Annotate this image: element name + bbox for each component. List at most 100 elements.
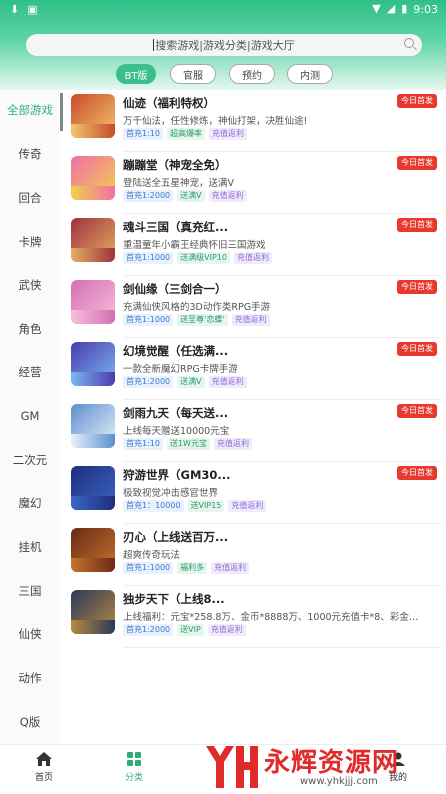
grid-icon <box>127 752 141 766</box>
sidebar-item[interactable]: 魔幻 <box>0 483 60 523</box>
game-row[interactable]: 蹦蹦堂（神宠全免） 登陆送全五星神宠，送满V 首充1:2000 送满V 充值返利… <box>71 156 441 214</box>
filter-tabs: BT版 官服 预约 内测 <box>0 64 446 86</box>
search-placeholder: 搜索游戏|游戏分类|游戏大厅 <box>155 39 295 52</box>
game-title: 幻境觉醒（任选满... <box>123 344 229 358</box>
game-tags: 首充1:10 超高爆率 充值返利 <box>123 128 247 140</box>
nav-category[interactable]: 分类 <box>104 751 164 791</box>
tag: 首充1:2000 <box>123 190 174 202</box>
sidebar-item[interactable]: 全部游戏 <box>0 90 60 130</box>
tag: 送VIP15 <box>187 500 225 512</box>
home-icon <box>36 752 52 766</box>
game-title: 剑雨九天（每天送... <box>123 406 229 420</box>
new-release-badge: 今日首发 <box>397 466 437 480</box>
tag: 首充1:1000 <box>123 562 174 574</box>
game-list: 仙迹（福利特权） 万千仙法，任性修炼，神仙打架，决胜仙途! 首充1:10 超高爆… <box>63 90 446 744</box>
filter-chip-bt[interactable]: BT版 <box>116 64 156 84</box>
battery-icon: ▮ <box>401 2 408 15</box>
sidebar-item[interactable]: 二次元 <box>0 440 60 480</box>
tag: 首充1:10 <box>123 438 163 450</box>
tag: 充值返利 <box>213 438 252 450</box>
game-desc: 重温童年小霸王经典怀旧三国游戏 <box>123 240 266 251</box>
app-notification-icon: ▣ <box>27 3 38 16</box>
filter-chip-reserve[interactable]: 预约 <box>229 64 275 84</box>
game-thumbnail <box>71 404 115 448</box>
sidebar-item[interactable]: 动作 <box>0 658 60 698</box>
new-release-badge: 今日首发 <box>397 342 437 356</box>
tag: 送至尊'恋蝶' <box>177 314 228 326</box>
game-row[interactable]: 狩游世界（GM30... 极致视觉冲击感官世界 首充1：10000 送VIP15… <box>71 466 441 524</box>
tag: 充值返利 <box>211 562 250 574</box>
game-row[interactable]: 仙迹（福利特权） 万千仙法，任性修炼，神仙打架，决胜仙途! 首充1:10 超高爆… <box>71 94 441 152</box>
row-divider <box>123 585 441 586</box>
category-sidebar: 全部游戏 传奇 回合 卡牌 武侠 角色 经营 GM 二次元 魔幻 挂机 三国 仙… <box>0 90 60 744</box>
status-time: 9:03 <box>413 2 438 16</box>
game-desc: 超爽传奇玩法 <box>123 550 181 561</box>
nav-home-label: 首页 <box>34 773 53 783</box>
game-row[interactable]: 剑雨九天（每天送... 上线每天赠送10000元宝 首充1:10 送1W元宝 充… <box>71 404 441 462</box>
watermark: 永辉资源网 www.yhkjjj.com <box>200 738 446 794</box>
tag: 送1W元宝 <box>166 438 210 450</box>
search-input[interactable]: 搜索游戏|游戏分类|游戏大厅 <box>26 34 422 56</box>
game-title: 剑仙缘（三剑合一） <box>123 282 227 296</box>
game-tags: 首充1:2000 送满V 充值返利 <box>123 190 247 202</box>
new-release-badge: 今日首发 <box>397 280 437 294</box>
game-tags: 首充1：10000 送VIP15 充值返利 <box>123 500 267 512</box>
watermark-text: 永辉资源网 <box>264 748 400 778</box>
game-row[interactable]: 刃心（上线送百万... 超爽传奇玩法 首充1:1000 福利多 充值返利 <box>71 528 441 586</box>
game-row[interactable]: 魂斗三国（真充红... 重温童年小霸王经典怀旧三国游戏 首充1:1000 送满级… <box>71 218 441 276</box>
sidebar-item[interactable]: 挂机 <box>0 527 60 567</box>
search-icon[interactable] <box>404 38 414 48</box>
tag: 首充1:10 <box>123 128 163 140</box>
wifi-icon: ▼ <box>372 2 381 15</box>
filter-chip-beta[interactable]: 内测 <box>287 64 333 84</box>
tag: 送满V <box>177 376 205 388</box>
sidebar-item[interactable]: 角色 <box>0 309 60 349</box>
game-row[interactable]: 幻境觉醒（任选满... 一款全新魔幻RPG卡牌手游 首充1:2000 送满V 充… <box>71 342 441 400</box>
game-tags: 首充1:1000 送满级VIP10 充值返利 <box>123 252 272 264</box>
row-divider <box>123 647 441 648</box>
tag: 首充1:2000 <box>123 624 174 636</box>
sidebar-item[interactable]: GM <box>0 396 60 436</box>
game-desc: 充满仙侠风格的3D动作类RPG手游 <box>123 302 271 313</box>
game-thumbnail <box>71 94 115 138</box>
game-desc: 登陆送全五星神宠，送满V <box>123 178 234 189</box>
row-divider <box>123 337 441 338</box>
tag: 送满级VIP10 <box>177 252 230 264</box>
filter-chip-official[interactable]: 官服 <box>170 64 216 84</box>
game-title: 蹦蹦堂（神宠全免） <box>123 158 227 172</box>
game-tags: 首充1:1000 送至尊'恋蝶' 充值返利 <box>123 314 270 326</box>
sidebar-item[interactable]: 卡牌 <box>0 222 60 262</box>
game-thumbnail <box>71 218 115 262</box>
row-divider <box>123 399 441 400</box>
tag: 充值返利 <box>207 624 246 636</box>
new-release-badge: 今日首发 <box>397 218 437 232</box>
status-bar: ⬇ ▣ ▼ ◢ ▮ 9:03 <box>0 0 446 18</box>
game-row[interactable]: 独步天下（上线8... 上线福利：元宝*258.8万、金币*8888万、1000… <box>71 590 441 648</box>
tag: 送VIP <box>177 624 204 636</box>
game-desc: 万千仙法，任性修炼，神仙打架，决胜仙途! <box>123 116 308 127</box>
tag: 充值返利 <box>208 190 247 202</box>
tag: 充值返利 <box>208 376 247 388</box>
tag: 首充1：10000 <box>123 500 184 512</box>
game-row[interactable]: 剑仙缘（三剑合一） 充满仙侠风格的3D动作类RPG手游 首充1:1000 送至尊… <box>71 280 441 338</box>
sidebar-item[interactable]: Q版 <box>0 702 60 742</box>
tag: 充值返利 <box>234 252 272 264</box>
sidebar-item[interactable]: 传奇 <box>0 134 60 174</box>
sidebar-item[interactable]: 回合 <box>0 178 60 218</box>
game-desc: 极致视觉冲击感官世界 <box>123 488 219 499</box>
tag: 首充1:1000 <box>123 252 174 264</box>
game-title: 刃心（上线送百万... <box>123 530 229 544</box>
game-title: 独步天下（上线8... <box>123 592 225 606</box>
game-thumbnail <box>71 590 115 634</box>
sidebar-item[interactable]: 武侠 <box>0 265 60 305</box>
tag: 送满V <box>177 190 205 202</box>
sidebar-item[interactable]: 仙侠 <box>0 614 60 654</box>
game-thumbnail <box>71 156 115 200</box>
nav-category-label: 分类 <box>124 773 143 783</box>
signal-icon: ◢ <box>386 2 396 15</box>
nav-home[interactable]: 首页 <box>14 751 74 791</box>
game-thumbnail <box>71 280 115 324</box>
sidebar-item[interactable]: 三国 <box>0 571 60 611</box>
game-desc: 一款全新魔幻RPG卡牌手游 <box>123 364 238 375</box>
sidebar-item[interactable]: 经营 <box>0 352 60 392</box>
